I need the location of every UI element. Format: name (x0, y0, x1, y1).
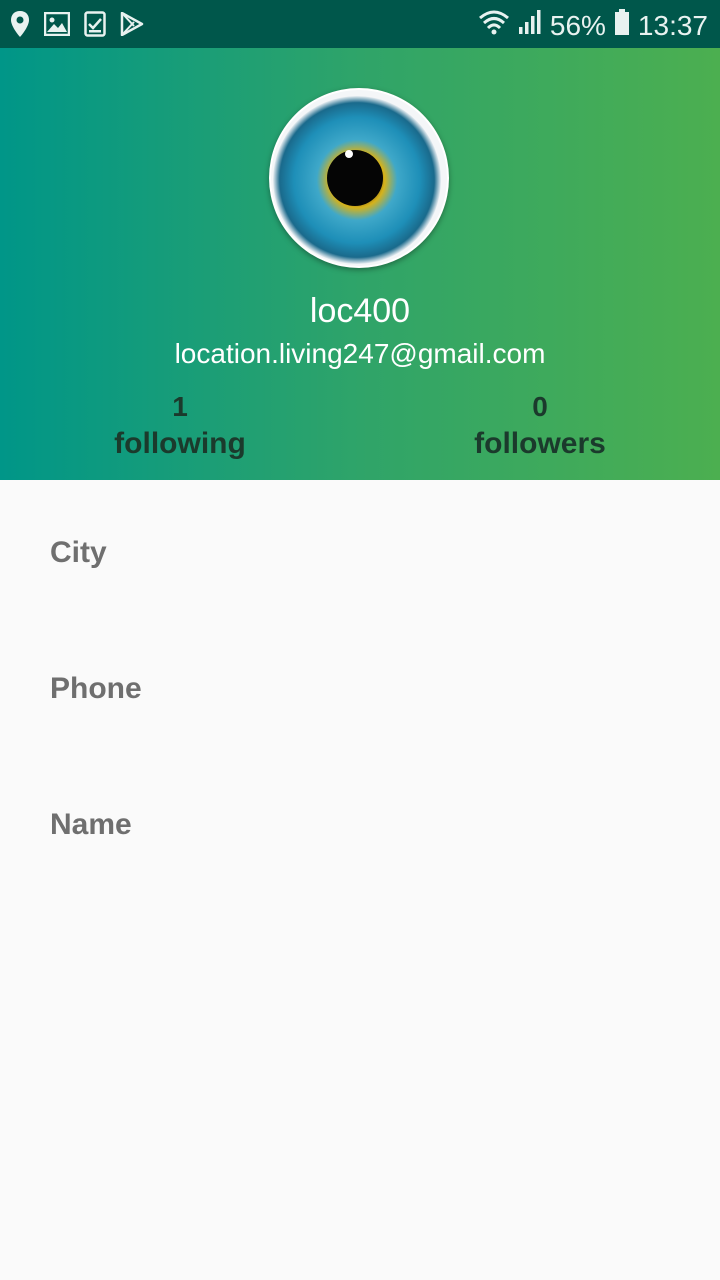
clock: 13:37 (637, 9, 708, 41)
location-icon (10, 10, 30, 43)
avatar[interactable] (269, 88, 449, 268)
battery-percent: 56% (549, 9, 606, 41)
followers-count: 0 (532, 391, 548, 422)
status-bar: 56% 13:37 (0, 0, 720, 48)
following-count: 1 (172, 391, 188, 422)
city-label: City (50, 536, 107, 569)
followers-stat[interactable]: 0 followers (420, 390, 660, 464)
signal-icon (518, 9, 542, 42)
battery-icon (614, 8, 630, 43)
email: location.living247@gmail.com (174, 338, 546, 369)
eye-image (271, 90, 447, 266)
image-icon (43, 11, 71, 41)
name-label: Name (50, 808, 132, 841)
following-label: following (114, 427, 246, 460)
following-stat[interactable]: 1 following (60, 390, 300, 464)
username: loc400 (309, 292, 411, 330)
followers-label: followers (474, 427, 606, 460)
phone-label: Phone (50, 672, 142, 705)
profile-header: loc400 location.living247@gmail.com 1 fo… (0, 48, 720, 480)
wifi-icon (478, 9, 510, 42)
play-store-icon (120, 11, 144, 41)
system-icons: 56% 13:37 (478, 8, 708, 43)
clipboard-check-icon (84, 11, 106, 42)
notification-icons (10, 10, 144, 43)
